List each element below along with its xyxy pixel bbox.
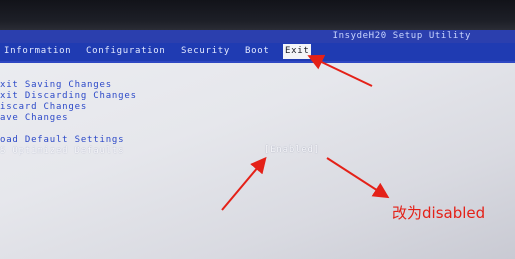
annotation-note: 改为disabled — [392, 204, 486, 222]
arrow-to-enabled-value — [221, 156, 267, 211]
arrow-to-note — [326, 157, 390, 199]
photo-of-bios-screen: InsydeH20 Setup Utility Information Conf… — [0, 0, 515, 259]
arrow-to-exit-menu — [307, 54, 373, 87]
